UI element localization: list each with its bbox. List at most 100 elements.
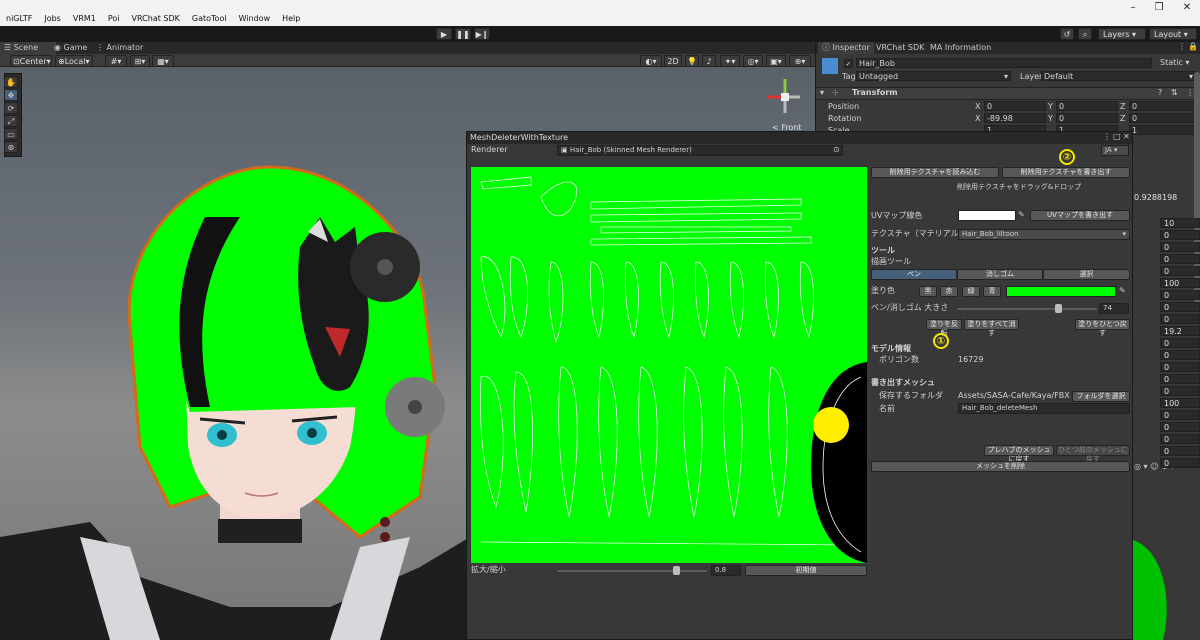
color-green-button[interactable]: 緑 <box>962 286 980 297</box>
snap-icon[interactable]: ⊞▾ <box>130 55 150 67</box>
brush-size-slider[interactable] <box>957 308 1097 310</box>
2d-toggle[interactable]: 2D <box>664 55 682 67</box>
more-options-icon[interactable]: ⋮ <box>1178 42 1186 51</box>
menu-item[interactable]: VRM1 <box>67 14 102 24</box>
zoom-slider-handle[interactable] <box>673 566 680 575</box>
pause-icon[interactable]: ❚❚ <box>455 28 471 40</box>
gizmos-icon[interactable]: ⊕▾ <box>789 55 811 67</box>
property-value[interactable]: 0 <box>1160 350 1200 360</box>
property-value[interactable]: 0 <box>1160 374 1200 384</box>
tag-dropdown[interactable]: Untagged ▾ <box>856 71 1011 81</box>
property-value[interactable]: 100 <box>1160 398 1200 408</box>
select-folder-button[interactable]: フォルダを選択 <box>1072 391 1130 402</box>
scale-z-field[interactable]: 1 <box>1129 125 1195 135</box>
property-value[interactable]: 0 <box>1160 338 1200 348</box>
active-checkbox[interactable]: ✓ <box>844 59 853 68</box>
play-icon[interactable]: ▶ <box>436 28 452 40</box>
reset-zoom-button[interactable]: 初期値 <box>745 565 867 576</box>
uv-texture-canvas[interactable] <box>471 167 867 563</box>
preset-icon[interactable]: ⇅ <box>1171 88 1178 97</box>
color-red-button[interactable]: 赤 <box>940 286 958 297</box>
tab-vrchat-sdk[interactable]: VRChat SDK <box>872 42 928 54</box>
object-name-field[interactable]: Hair_Bob <box>856 58 1152 68</box>
mesh-name-field[interactable]: Hair_Bob_deleteMesh <box>958 403 1130 414</box>
property-value[interactable]: 10 <box>1160 218 1200 228</box>
menu-item[interactable]: Poi <box>102 14 126 24</box>
revert-previous-mesh-button[interactable]: ひとつ前のメッシュに戻す <box>1056 445 1130 463</box>
rotate-tool-icon[interactable]: ⟳ <box>4 102 18 114</box>
menu-item[interactable]: Window <box>233 14 277 24</box>
pivot-center-dropdown[interactable]: ⊡Center▾ <box>10 55 52 67</box>
tab-pen[interactable]: ペン <box>871 269 957 280</box>
property-value[interactable]: 0 <box>1160 422 1200 432</box>
property-value[interactable]: 0 <box>1160 362 1200 372</box>
property-value[interactable]: 0 <box>1160 386 1200 396</box>
close-icon[interactable]: ✕ <box>1180 2 1194 14</box>
window-maximize-icon[interactable]: □ <box>1113 132 1121 141</box>
orientation-gizmo[interactable] <box>760 75 810 130</box>
zoom-field[interactable]: 0.8 <box>711 565 741 576</box>
property-value[interactable]: 0 <box>1160 434 1200 444</box>
layout-dropdown[interactable]: Layout ▾ <box>1149 28 1197 40</box>
more-icon[interactable]: ⋮ <box>1186 88 1194 97</box>
scale-tool-icon[interactable]: ⤢ <box>4 115 18 127</box>
tab-animator[interactable]: ⋮ Animator <box>92 42 147 54</box>
help-icon[interactable]: ? <box>1158 88 1162 97</box>
revert-prefab-mesh-button[interactable]: プレハブのメッシュに戻す <box>984 445 1054 463</box>
property-value[interactable]: 0 <box>1160 254 1200 264</box>
property-value[interactable]: 0 <box>1160 314 1200 324</box>
move-tool-icon[interactable]: ✥ <box>4 89 18 101</box>
audio-icon[interactable]: ♪ <box>702 55 716 67</box>
tab-eraser[interactable]: 消しゴム <box>957 269 1043 280</box>
menu-item[interactable]: niGLTF <box>0 14 38 24</box>
grid-icon[interactable]: #▾ <box>105 55 127 67</box>
export-uv-map-button[interactable]: UVマップを書き出す <box>1030 210 1130 221</box>
window-close-icon[interactable]: ✕ <box>1123 132 1130 141</box>
layer-dropdown[interactable]: Default ▾ <box>1041 71 1196 81</box>
property-value[interactable]: 100 <box>1160 278 1200 288</box>
camera-icon[interactable]: ▣▾ <box>766 55 786 67</box>
undo-paint-button[interactable]: 塗りをひとつ戻す <box>1075 319 1130 337</box>
increment-snap-icon[interactable]: ▦▾ <box>152 55 174 67</box>
tab-select[interactable]: 選択 <box>1043 269 1130 280</box>
transform-tool-icon[interactable]: ⊛ <box>4 141 18 153</box>
lighting-icon[interactable]: 💡 <box>685 55 699 67</box>
step-icon[interactable]: ▶❙ <box>474 28 490 40</box>
zoom-slider[interactable] <box>557 570 707 572</box>
brush-slider-handle[interactable] <box>1055 304 1062 313</box>
paint-color-swatch[interactable] <box>1006 286 1116 297</box>
minimize-icon[interactable]: – <box>1126 2 1140 14</box>
property-value[interactable]: 19.2 <box>1160 326 1200 336</box>
tab-inspector[interactable]: ⓘ Inspector <box>818 42 874 54</box>
property-value[interactable]: 0 <box>1160 458 1200 468</box>
position-y-field[interactable]: 0 <box>1056 101 1118 111</box>
inspector-scrollbar[interactable] <box>1194 72 1200 312</box>
position-z-field[interactable]: 0 <box>1129 101 1195 111</box>
delete-mesh-button[interactable]: メッシュを削除 <box>871 461 1130 472</box>
export-delete-texture-button[interactable]: 削除用テクスチャを書き出す <box>1002 167 1130 178</box>
texture-dropdown[interactable]: Hair_Bob_liltoon ▾ <box>958 229 1130 240</box>
menu-item[interactable]: GatoTool <box>186 14 233 24</box>
property-value[interactable]: 0 <box>1160 302 1200 312</box>
property-value[interactable]: 0 <box>1160 446 1200 456</box>
uv-color-swatch[interactable] <box>958 210 1016 221</box>
rotation-x-field[interactable]: -89.98 <box>984 113 1046 123</box>
tab-ma-information[interactable]: MA Information <box>926 42 995 54</box>
maximize-icon[interactable]: ❐ <box>1152 2 1166 14</box>
eyedropper-icon[interactable]: ✎ <box>1119 286 1126 295</box>
search-icon[interactable]: ⌕ <box>1078 28 1092 40</box>
property-value[interactable]: 0 <box>1160 290 1200 300</box>
menu-item[interactable]: Help <box>276 14 306 24</box>
menu-item[interactable]: VRChat SDK <box>126 14 186 24</box>
pivot-local-dropdown[interactable]: ⊕Local▾ <box>55 55 93 67</box>
property-value[interactable]: 0 <box>1160 266 1200 276</box>
effects-icon[interactable]: ✦▾ <box>720 55 740 67</box>
language-dropdown[interactable]: JA ▾ <box>1101 145 1129 156</box>
hidden-objects-icon[interactable]: ◎▾ <box>743 55 763 67</box>
window-menu-icon[interactable]: ⋮ <box>1103 132 1111 141</box>
static-toggle[interactable]: Static ▾ <box>1160 58 1189 67</box>
load-delete-texture-button[interactable]: 削除用テクスチャを読み込む <box>871 167 999 178</box>
object-picker-icon[interactable]: ⊙ <box>833 145 840 154</box>
lock-icon[interactable]: 🔒 <box>1188 42 1198 51</box>
position-x-field[interactable]: 0 <box>984 101 1046 111</box>
